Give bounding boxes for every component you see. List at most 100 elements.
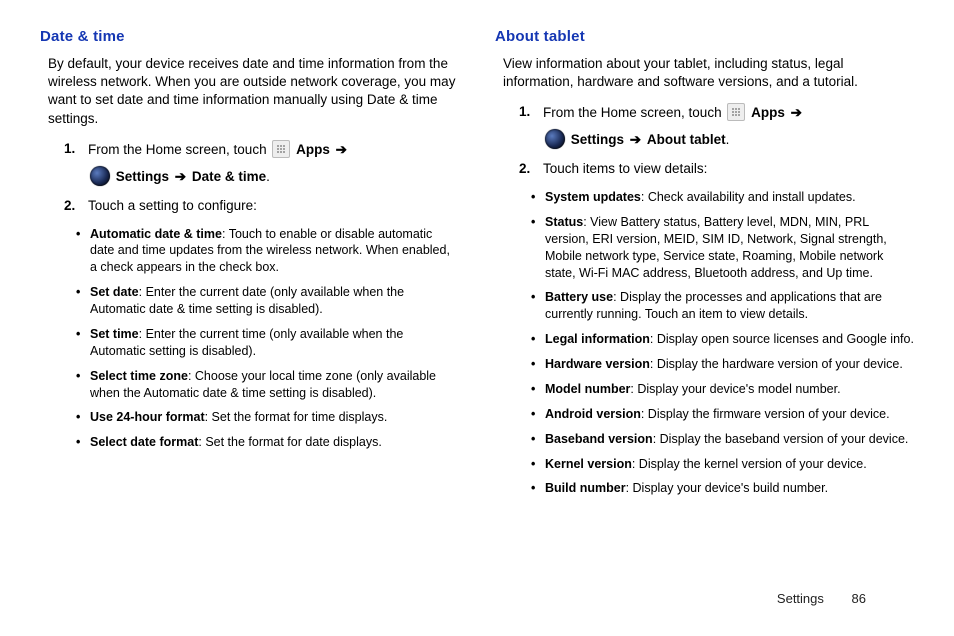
list-item: •Kernel version: Display the kernel vers… bbox=[531, 456, 914, 473]
list-item-term: Status bbox=[545, 215, 583, 229]
nav-endpoint: About tablet bbox=[647, 132, 726, 147]
list-item-desc: : Display the hardware version of your d… bbox=[650, 357, 903, 371]
step-body: From the Home screen, touch Apps ➔ Setti… bbox=[543, 103, 914, 150]
list-item: •Battery use: Display the processes and … bbox=[531, 289, 914, 323]
bullet-icon: • bbox=[76, 326, 90, 360]
page-footer: Settings 86 bbox=[777, 591, 866, 606]
list-item-body: Model number: Display your device's mode… bbox=[545, 381, 914, 398]
list-item-desc: : Check availability and install updates… bbox=[641, 190, 856, 204]
step-body: From the Home screen, touch Apps ➔ Setti… bbox=[88, 140, 459, 187]
list-item-body: Android version: Display the firmware ve… bbox=[545, 406, 914, 423]
list-item-desc: : Display open source licenses and Googl… bbox=[650, 332, 914, 346]
list-item-body: Hardware version: Display the hardware v… bbox=[545, 356, 914, 373]
list-item: •Select time zone: Choose your local tim… bbox=[76, 368, 459, 402]
apps-label: Apps bbox=[296, 142, 330, 157]
bullet-icon: • bbox=[531, 381, 545, 398]
bullet-icon: • bbox=[531, 480, 545, 497]
bullet-icon: • bbox=[531, 214, 545, 282]
list-item-term: Use 24-hour format bbox=[90, 410, 205, 424]
list-item-term: Set time bbox=[90, 327, 139, 341]
nav-endpoint: Date & time bbox=[192, 169, 266, 184]
intro-about-tablet: View information about your tablet, incl… bbox=[503, 55, 914, 91]
step-body: Touch a setting to configure: bbox=[88, 197, 459, 216]
bullet-icon: • bbox=[76, 434, 90, 451]
step-number: 2. bbox=[519, 160, 543, 179]
list-item-body: Legal information: Display open source l… bbox=[545, 331, 914, 348]
list-item-desc: : Display the kernel version of your dev… bbox=[632, 457, 867, 471]
list-item-body: Automatic date & time: Touch to enable o… bbox=[90, 226, 459, 277]
list-item: •Hardware version: Display the hardware … bbox=[531, 356, 914, 373]
page-body: Date & time By default, your device rece… bbox=[0, 0, 954, 525]
list-item: •Android version: Display the firmware v… bbox=[531, 406, 914, 423]
list-item-body: Battery use: Display the processes and a… bbox=[545, 289, 914, 323]
list-item-desc: : Display your device's build number. bbox=[626, 481, 828, 495]
column-date-time: Date & time By default, your device rece… bbox=[40, 28, 459, 505]
footer-section: Settings bbox=[777, 591, 824, 606]
list-item-term: Set date bbox=[90, 285, 139, 299]
list-item-desc: : Display your device's model number. bbox=[630, 382, 840, 396]
step-number: 2. bbox=[64, 197, 88, 216]
column-about-tablet: About tablet View information about your… bbox=[495, 28, 914, 505]
bullet-icon: • bbox=[531, 406, 545, 423]
list-item: •Set time: Enter the current time (only … bbox=[76, 326, 459, 360]
step-body: Touch items to view details: bbox=[543, 160, 914, 179]
bullet-icon: • bbox=[531, 289, 545, 323]
list-item-term: System updates bbox=[545, 190, 641, 204]
list-item-term: Build number bbox=[545, 481, 626, 495]
apps-icon bbox=[272, 140, 290, 158]
list-item-body: Baseband version: Display the baseband v… bbox=[545, 431, 914, 448]
apps-label: Apps bbox=[751, 105, 785, 120]
settings-label: Settings bbox=[116, 169, 169, 184]
list-item: •Set date: Enter the current date (only … bbox=[76, 284, 459, 318]
list-item-term: Model number bbox=[545, 382, 630, 396]
settings-icon bbox=[90, 166, 110, 186]
settings-icon bbox=[545, 129, 565, 149]
bullet-icon: • bbox=[531, 331, 545, 348]
list-item-desc: : Set the format for time displays. bbox=[205, 410, 388, 424]
list-item-term: Hardware version bbox=[545, 357, 650, 371]
list-item-term: Kernel version bbox=[545, 457, 632, 471]
list-item-body: Build number: Display your device's buil… bbox=[545, 480, 914, 497]
list-item-term: Legal information bbox=[545, 332, 650, 346]
bullet-icon: • bbox=[531, 189, 545, 206]
step-text: From the Home screen, touch bbox=[543, 105, 725, 120]
list-item-body: Set date: Enter the current date (only a… bbox=[90, 284, 459, 318]
bullet-icon: • bbox=[531, 431, 545, 448]
step-text: From the Home screen, touch bbox=[88, 142, 270, 157]
bullet-list-left: •Automatic date & time: Touch to enable … bbox=[40, 226, 459, 452]
list-item-desc: : Display the baseband version of your d… bbox=[653, 432, 909, 446]
bullet-icon: • bbox=[76, 284, 90, 318]
heading-date-time: Date & time bbox=[40, 28, 459, 45]
list-item-body: Status: View Battery status, Battery lev… bbox=[545, 214, 914, 282]
settings-label: Settings bbox=[571, 132, 624, 147]
footer-page-number: 86 bbox=[852, 591, 866, 606]
apps-icon bbox=[727, 103, 745, 121]
step-1-right: 1. From the Home screen, touch Apps ➔ Se… bbox=[519, 103, 914, 150]
list-item: •Select date format: Set the format for … bbox=[76, 434, 459, 451]
list-item: •Build number: Display your device's bui… bbox=[531, 480, 914, 497]
arrow-icon: ➔ bbox=[791, 105, 802, 120]
intro-date-time: By default, your device receives date an… bbox=[48, 55, 459, 128]
list-item-body: Kernel version: Display the kernel versi… bbox=[545, 456, 914, 473]
list-item-term: Android version bbox=[545, 407, 641, 421]
arrow-icon: ➔ bbox=[336, 142, 347, 157]
list-item: •Automatic date & time: Touch to enable … bbox=[76, 226, 459, 277]
list-item: •Legal information: Display open source … bbox=[531, 331, 914, 348]
list-item-desc: : Set the format for date displays. bbox=[198, 435, 381, 449]
list-item-body: System updates: Check availability and i… bbox=[545, 189, 914, 206]
heading-about-tablet: About tablet bbox=[495, 28, 914, 45]
list-item-term: Automatic date & time bbox=[90, 227, 222, 241]
arrow-icon: ➔ bbox=[175, 169, 186, 184]
bullet-icon: • bbox=[76, 368, 90, 402]
step-number: 1. bbox=[64, 140, 88, 187]
list-item-desc: : Display the firmware version of your d… bbox=[641, 407, 890, 421]
list-item: •Baseband version: Display the baseband … bbox=[531, 431, 914, 448]
bullet-list-right: •System updates: Check availability and … bbox=[495, 189, 914, 497]
list-item: •Model number: Display your device's mod… bbox=[531, 381, 914, 398]
list-item-desc: : View Battery status, Battery level, MD… bbox=[545, 215, 887, 280]
step-number: 1. bbox=[519, 103, 543, 150]
step-2-left: 2. Touch a setting to configure: bbox=[64, 197, 459, 216]
bullet-icon: • bbox=[76, 226, 90, 277]
list-item-term: Select time zone bbox=[90, 369, 188, 383]
list-item: •Status: View Battery status, Battery le… bbox=[531, 214, 914, 282]
